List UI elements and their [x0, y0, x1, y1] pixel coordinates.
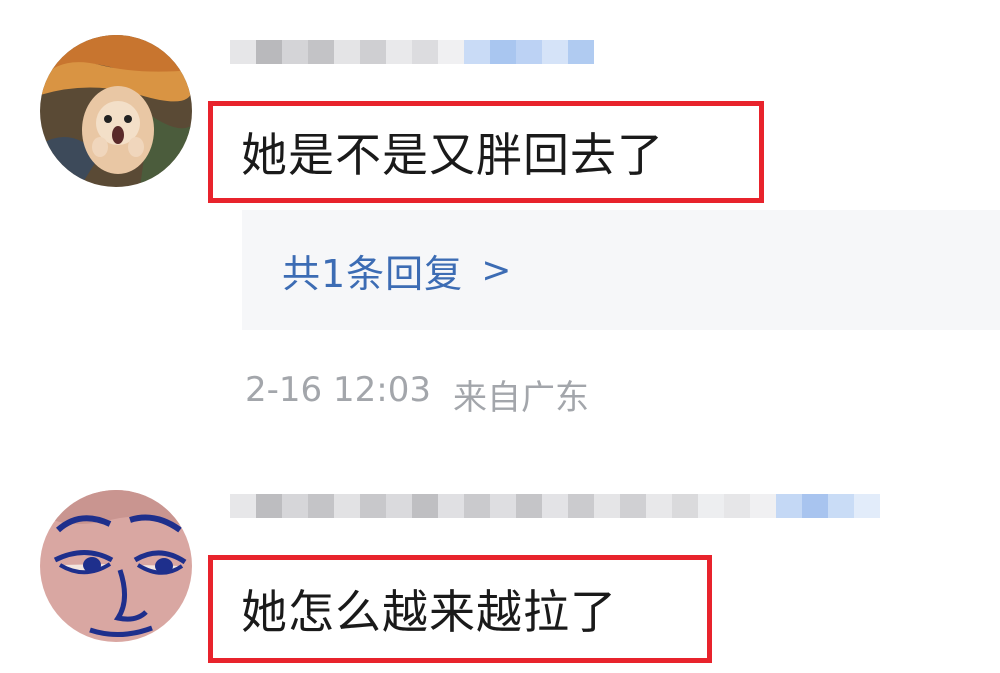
replies-count-label: 共1条回复	[282, 251, 464, 296]
blue-line-face-avatar-icon	[40, 490, 192, 642]
comment-text-highlighted: 她是不是又胖回去了	[208, 101, 764, 203]
chevron-right-icon: >	[481, 249, 513, 291]
view-replies-link[interactable]: 共1条回复 >	[282, 243, 512, 298]
avatar[interactable]	[40, 35, 192, 187]
username-redacted	[230, 494, 880, 518]
comment-text: 她是不是又胖回去了	[241, 128, 664, 182]
comment-location: 来自广东	[452, 378, 589, 418]
comment-text: 她怎么越来越拉了	[241, 585, 617, 639]
comment-feed: 她是不是又胖回去了 共1条回复 > 2-16 12:03 来自广东 她怎么越来越…	[0, 0, 1000, 673]
avatar[interactable]	[40, 490, 192, 642]
comment-meta: 2-16 12:03 来自广东	[245, 370, 589, 419]
comment-time: 2-16 12:03	[245, 370, 431, 410]
replies-panel[interactable]: 共1条回复 >	[242, 210, 1000, 330]
username-redacted	[230, 40, 594, 64]
comment-text-highlighted: 她怎么越来越拉了	[208, 555, 712, 663]
hamster-scream-avatar-icon	[40, 35, 192, 187]
